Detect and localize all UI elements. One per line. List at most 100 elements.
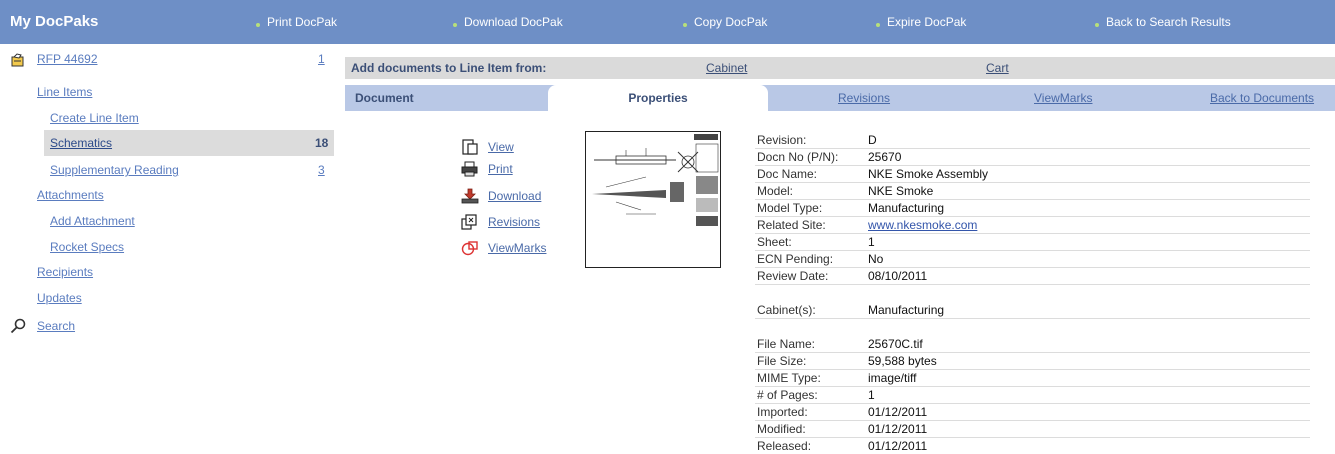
supplementary-count[interactable]: 3 [318,157,325,183]
property-key: Modified: [757,422,806,436]
add-documents-bar: Add documents to Line Item from: Cabinet… [345,57,1335,79]
property-value: 01/12/2011 [868,405,928,419]
property-row: MIME Type: image/tiff [755,370,1310,387]
document-thumbnail[interactable] [585,131,721,268]
schematic-drawing [592,134,719,226]
cabinet-link[interactable]: Cabinet [706,61,747,75]
property-key: Released: [757,439,812,453]
tab-properties[interactable]: Properties [548,85,768,111]
expire-docpak-label: Expire DocPak [887,15,967,29]
property-value: 08/10/2011 [868,269,928,283]
property-row: Related Site: www.nkesmoke.com [755,217,1310,234]
tab-bar: Document Properties Revisions ViewMarks … [345,85,1335,111]
back-to-search-results-label: Back to Search Results [1106,15,1231,29]
sidebar-item-recipients[interactable]: Recipients [37,259,93,285]
viewmarks-label: ViewMarks [488,241,547,255]
bullet-icon [876,22,880,27]
property-value: No [868,252,884,266]
property-key: Related Site: [757,218,826,232]
property-key: Review Date: [757,269,829,283]
property-row: ECN Pending: No [755,251,1310,268]
sidebar-item-add-attachment[interactable]: Add Attachment [50,208,135,234]
property-key: File Size: [757,354,807,368]
property-value: 25670C.tif [868,337,923,351]
property-value: NKE Smoke Assembly [868,167,989,181]
sidebar-item-rfp[interactable]: RFP 44692 [37,46,98,72]
rfp-count[interactable]: 1 [318,46,325,72]
view-icon [462,139,478,155]
search-icon [10,318,26,334]
sidebar-item-rocket-specs[interactable]: Rocket Specs [50,234,124,260]
property-key: Model Type: [757,201,823,215]
property-key: Docn No (P/N): [757,150,839,164]
tab-revisions[interactable]: Revisions [838,91,890,105]
property-key: File Name: [757,337,816,351]
property-key: Sheet: [757,235,792,249]
docpak-icon [11,53,24,67]
download-docpak-label: Download DocPak [464,15,563,29]
property-value: 01/12/2011 [868,422,928,436]
sidebar-item-schematics[interactable]: Schematics [50,130,112,156]
tab-viewmarks[interactable]: ViewMarks [1034,91,1092,105]
sidebar-item-updates[interactable]: Updates [37,285,82,311]
property-value: Manufacturing [868,201,945,215]
property-row: Model: NKE Smoke [755,183,1310,200]
property-value: 25670 [868,150,902,164]
sidebar-item-supplementary-reading[interactable]: Supplementary Reading [50,157,179,183]
property-value: NKE Smoke [868,184,934,198]
property-key: Doc Name: [757,167,818,181]
property-value: 01/12/2011 [868,439,928,453]
property-row: Sheet: 1 [755,234,1310,251]
property-value: 1 [868,388,875,402]
tab-document[interactable]: Document [355,91,414,105]
viewmarks-icon [461,241,478,256]
print-docpak-link[interactable]: Print DocPak [256,15,337,29]
property-key: Revision: [757,133,807,147]
copy-docpak-label: Copy DocPak [694,15,768,29]
sidebar-item-attachments[interactable]: Attachments [37,182,104,208]
sidebar-item-line-items[interactable]: Line Items [37,79,92,105]
back-to-search-results-link[interactable]: Back to Search Results [1095,15,1231,29]
property-key: Model: [757,184,794,198]
property-value: image/tiff [868,371,917,385]
top-navigation-bar: My DocPaks Print DocPak Download DocPak … [0,0,1335,44]
view-label: View [488,140,514,154]
related-site-link[interactable]: www.nkesmoke.com [868,218,977,232]
property-row: Released: 01/12/2011 [755,438,1310,454]
bullet-icon [453,22,457,27]
property-row: File Size: 59,588 bytes [755,353,1310,370]
print-label: Print [488,162,513,176]
property-key: Imported: [757,405,808,419]
cart-link[interactable]: Cart [986,61,1009,75]
sidebar-item-create-line-item[interactable]: Create Line Item [50,105,139,131]
property-key: MIME Type: [757,371,821,385]
property-row: Revision: D [755,132,1310,149]
revisions-icon [461,214,477,230]
app-title: My DocPaks [10,13,99,30]
print-docpak-label: Print DocPak [267,15,338,29]
download-docpak-link[interactable]: Download DocPak [453,15,563,29]
revisions-label: Revisions [488,215,541,229]
property-row-cabinets: Cabinet(s): Manufacturing [755,302,1310,319]
expire-docpak-link[interactable]: Expire DocPak [876,15,966,29]
bullet-icon [683,22,687,27]
property-key: Cabinet(s): [757,303,816,317]
property-value: 1 [868,235,875,249]
bullet-icon [1095,22,1099,27]
property-row: File Name: 25670C.tif [755,336,1310,353]
property-row: Model Type: Manufacturing [755,200,1310,217]
property-value: D [868,133,877,147]
property-row: # of Pages: 1 [755,387,1310,404]
property-row: Docn No (P/N): 25670 [755,149,1310,166]
schematics-count: 18 [315,136,329,150]
add-documents-label: Add documents to Line Item from: [351,61,547,75]
property-row: Modified: 01/12/2011 [755,421,1310,438]
property-value: Manufacturing [868,303,945,317]
sidebar-item-search[interactable]: Search [37,313,75,339]
property-key: # of Pages: [757,388,818,402]
bullet-icon [256,22,260,27]
back-to-documents-link[interactable]: Back to Documents [1210,91,1314,105]
copy-docpak-link[interactable]: Copy DocPak [683,15,767,29]
property-row: Imported: 01/12/2011 [755,404,1310,421]
download-icon [461,188,479,204]
